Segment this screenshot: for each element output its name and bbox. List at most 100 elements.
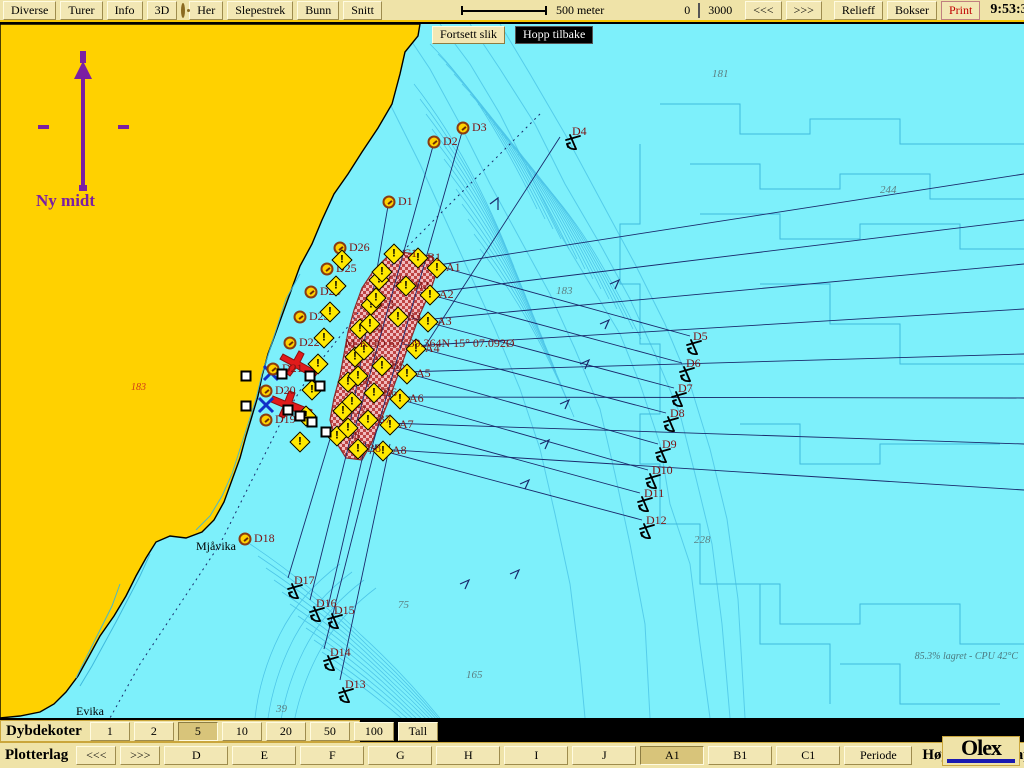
menu-info[interactable]: Info <box>106 0 143 20</box>
layer-options: D E F G H I J A1 B1 C1 <box>164 746 844 765</box>
tick-left <box>38 125 49 129</box>
depth-option-100[interactable]: 100 <box>353 721 394 741</box>
layer-button-e[interactable]: E <box>232 746 297 765</box>
depth-sounding-label: 228 <box>694 534 711 546</box>
plotter-layer-bar: Plotterlag <<< >>> D E F G H I J A1 B1 C1 Periode… <box>0 742 1024 768</box>
anchor-marker-label: D17 <box>294 573 315 587</box>
warning-marker-label: A8 <box>392 443 407 457</box>
logo-text: Olex <box>961 735 1002 760</box>
layer-button-c1[interactable]: C1 <box>776 746 841 765</box>
anchor-marker-label: D11 <box>644 486 665 500</box>
scale-label: 500 meter <box>555 2 605 17</box>
waypoint-icon <box>282 404 294 416</box>
layer-button-b1[interactable]: B1 <box>708 746 773 765</box>
menu-slepestrek[interactable]: Slepestrek <box>227 0 294 20</box>
coordinate-readout: M-KOO 67° 39.364N 15° 07.092Ø <box>345 336 515 350</box>
buoy-marker-label: D18 <box>254 531 275 545</box>
depth-sounding-label: 183 <box>131 382 146 393</box>
chart-map[interactable]: Ny midt D1D2D3D26D25D24D23D22D21D20D19D1… <box>0 24 1024 718</box>
depth-option-50[interactable]: 50 <box>309 721 350 741</box>
map-graphics <box>0 24 1024 718</box>
warning-marker-label: B7 <box>377 412 392 426</box>
anchor-marker-label: D5 <box>693 329 708 343</box>
buoy-icon <box>456 121 470 135</box>
warning-marker-label: B3 <box>407 309 422 323</box>
bokser-button[interactable]: Bokser <box>887 0 937 20</box>
buoy-marker-label: D2 <box>443 134 458 148</box>
layer-button-f[interactable]: F <box>300 746 365 765</box>
depth-color-scale[interactable] <box>698 2 701 18</box>
tick-right <box>118 125 129 129</box>
warning-marker-label: C1 <box>403 246 418 260</box>
layer-button-g[interactable]: G <box>368 746 433 765</box>
warning-marker-label: B2 <box>415 278 430 292</box>
depth-option-10[interactable]: 10 <box>221 721 262 741</box>
arrow-shaft <box>81 67 85 187</box>
print-button[interactable]: Print <box>941 0 981 20</box>
menu-bunn[interactable]: Bunn <box>297 0 340 20</box>
place-label: Evika <box>76 704 104 718</box>
waypoint-icon <box>320 426 332 438</box>
menu-her[interactable]: Her <box>189 0 224 20</box>
continue-button[interactable]: Fortsett slik <box>432 26 506 44</box>
depth-sounding-label: 39 <box>276 703 287 715</box>
relieff-button[interactable]: Relieff <box>833 0 883 20</box>
buoy-icon <box>283 336 297 350</box>
depth-range-max: 3000 <box>708 2 733 17</box>
new-center-overlay: Ny midt <box>30 49 140 210</box>
buoy-marker-label: D3 <box>472 120 487 134</box>
anchor-marker-label: D14 <box>330 645 351 659</box>
menu-snitt[interactable]: Snitt <box>343 0 382 20</box>
anchor-marker-label: D6 <box>686 356 701 370</box>
buoy-icon <box>427 135 441 149</box>
warning-marker-label: A6 <box>409 391 424 405</box>
anchor-marker-label: D13 <box>345 677 366 691</box>
top-toolbar: Diverse Turer Info 3D Her Slepestrek Bun… <box>0 0 1024 22</box>
menu-3d[interactable]: 3D <box>146 0 178 20</box>
periode-button[interactable]: Periode <box>844 746 913 765</box>
warning-marker-label: A7 <box>399 417 414 431</box>
depth-options: 1 2 5 10 20 50 100 Tall <box>89 721 442 741</box>
waypoint-icon <box>314 380 326 392</box>
anchor-marker-label: D12 <box>646 513 667 527</box>
buoy-icon <box>293 310 307 324</box>
depth-sounding-label: 244 <box>880 184 897 196</box>
new-center-label: Ny midt <box>36 191 96 210</box>
layer-button-h[interactable]: H <box>436 746 501 765</box>
depth-option-20[interactable]: 20 <box>265 721 306 741</box>
layer-next-button[interactable]: >>> <box>120 746 161 765</box>
place-label: Mjåvika <box>196 539 236 553</box>
warning-marker-label: B6 <box>383 385 398 399</box>
warning-marker-label: A1 <box>446 260 461 274</box>
layer-button-a1[interactable]: A1 <box>640 746 705 765</box>
menu-turer[interactable]: Turer <box>60 0 103 20</box>
anchor-marker-label: D15 <box>334 603 355 617</box>
layer-button-i[interactable]: I <box>504 746 569 765</box>
warning-marker-label: B1 <box>427 250 442 264</box>
depth-option-tall[interactable]: Tall <box>397 721 438 741</box>
layer-button-d[interactable]: D <box>164 746 229 765</box>
warning-marker-label: A2 <box>439 287 454 301</box>
warning-marker-label: B8 <box>367 441 382 455</box>
buoy-icon <box>259 384 273 398</box>
buoy-icon <box>304 285 318 299</box>
buoy-marker-label: D1 <box>398 194 413 208</box>
compass-icon[interactable] <box>181 2 191 18</box>
jump-back-button[interactable]: Hopp tilbake <box>515 26 594 44</box>
layer-button-j[interactable]: J <box>572 746 637 765</box>
layer-prev-button[interactable]: <<< <box>76 746 117 765</box>
buoy-marker-label: D26 <box>349 240 370 254</box>
buoy-icon <box>382 195 396 209</box>
waypoint-icon <box>240 400 252 412</box>
cpu-status: 85.3% lagret - CPU 42°C <box>914 651 1018 662</box>
scale-next-button[interactable]: >>> <box>785 0 822 20</box>
waypoint-icon <box>294 410 306 422</box>
menu-diverse[interactable]: Diverse <box>3 0 57 20</box>
depth-option-5[interactable]: 5 <box>177 721 218 741</box>
depth-option-1[interactable]: 1 <box>89 721 130 741</box>
depth-option-2[interactable]: 2 <box>133 721 174 741</box>
scale-prev-button[interactable]: <<< <box>745 0 782 20</box>
anchor-marker-label: D4 <box>572 124 587 138</box>
waypoint-icon <box>240 370 252 382</box>
depth-sounding-label: 165 <box>466 669 483 681</box>
